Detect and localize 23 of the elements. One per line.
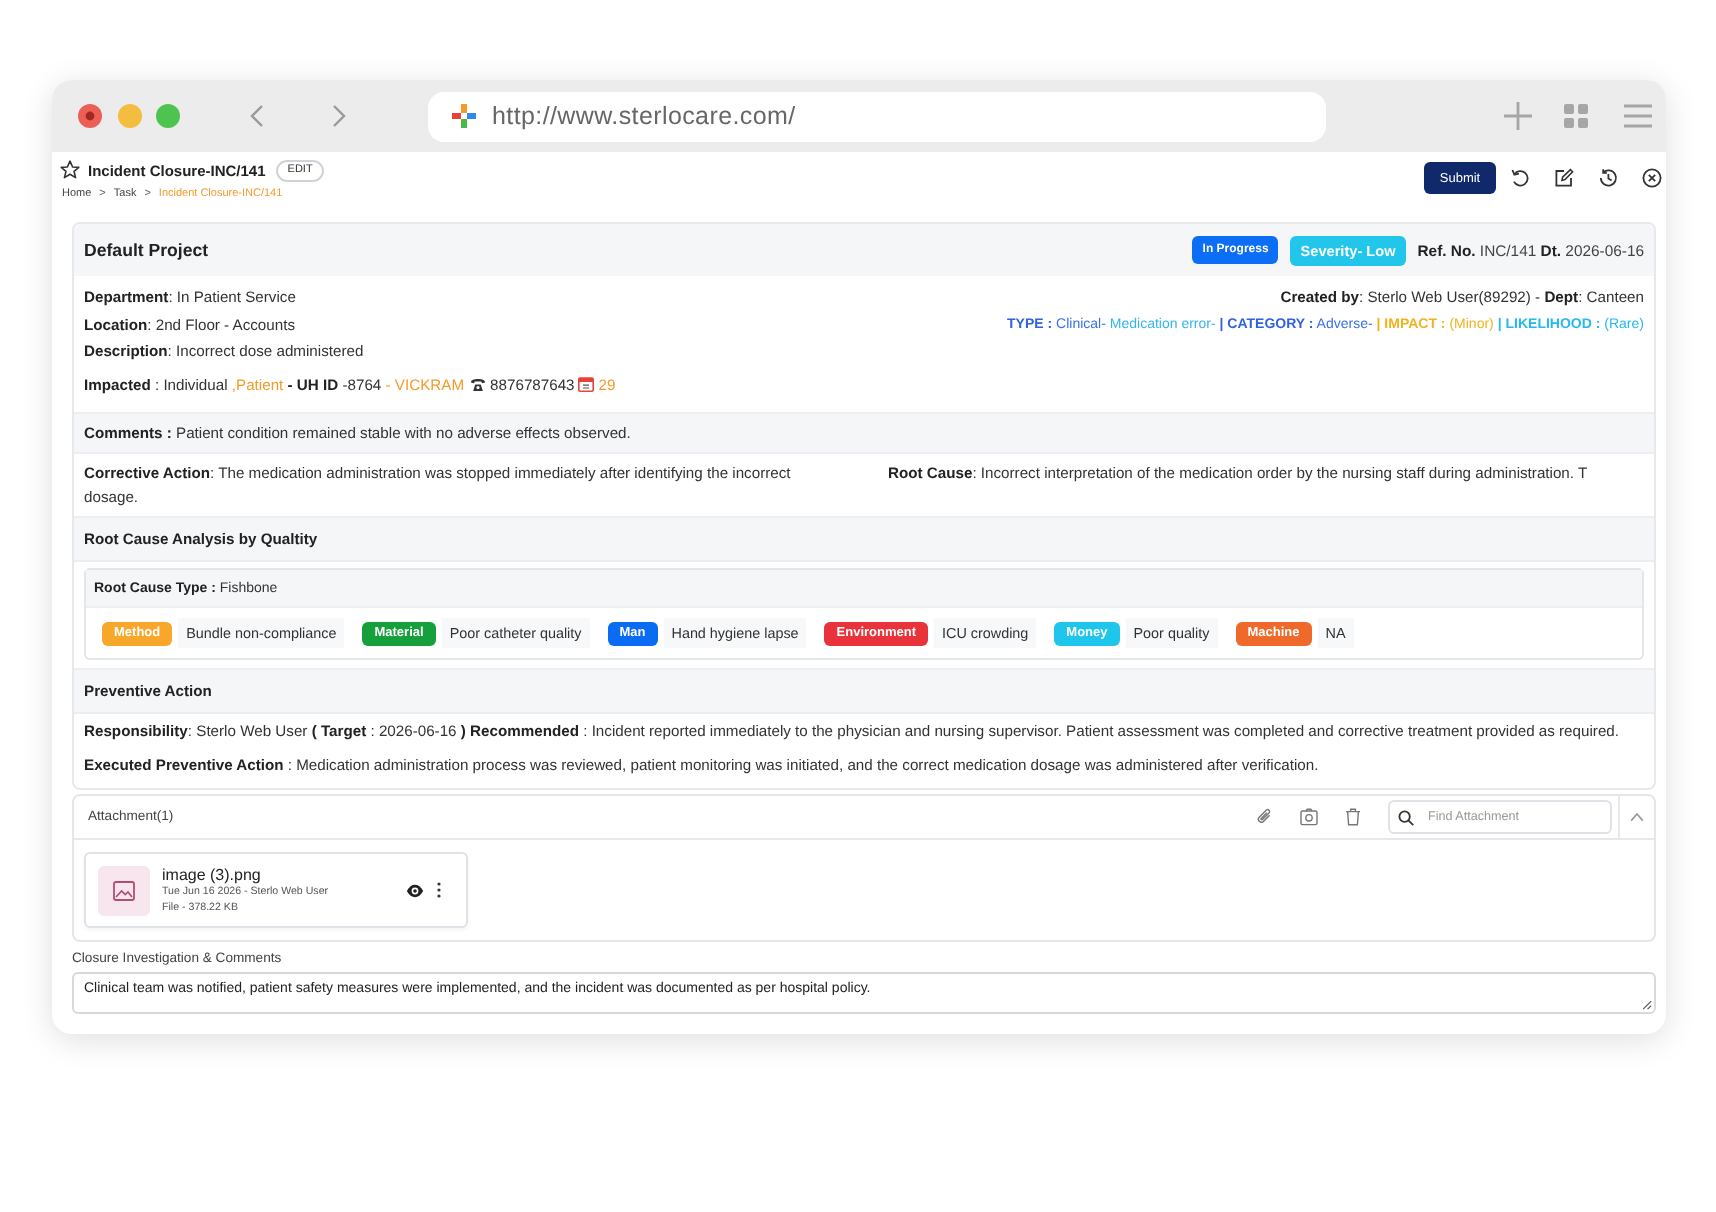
edit-icon[interactable] [1554,168,1574,188]
forward-icon[interactable] [332,104,346,128]
search-icon [1398,809,1414,825]
close-icon[interactable] [1642,168,1662,188]
eye-icon[interactable] [406,883,424,897]
camera-icon[interactable] [1300,808,1318,826]
star-icon[interactable] [60,160,80,180]
file-name: image (3).png [162,865,261,883]
close-window-icon[interactable] [78,104,102,128]
undo-icon[interactable] [1510,168,1530,188]
site-logo-icon [452,104,476,128]
history-icon[interactable] [1598,168,1618,188]
calendar-icon [578,376,595,393]
phone-icon [470,377,487,392]
paperclip-icon[interactable] [1256,808,1274,826]
project-name: Default Project [84,240,209,260]
image-icon [98,865,150,915]
chevron-up-icon[interactable] [1630,812,1644,822]
trash-icon[interactable] [1344,808,1362,826]
back-icon[interactable] [250,104,264,128]
resize-handle-icon [1642,1000,1652,1010]
more-options-icon[interactable] [436,882,442,898]
address-bar[interactable]: http://www.sterlocare.com/ [428,91,1326,141]
